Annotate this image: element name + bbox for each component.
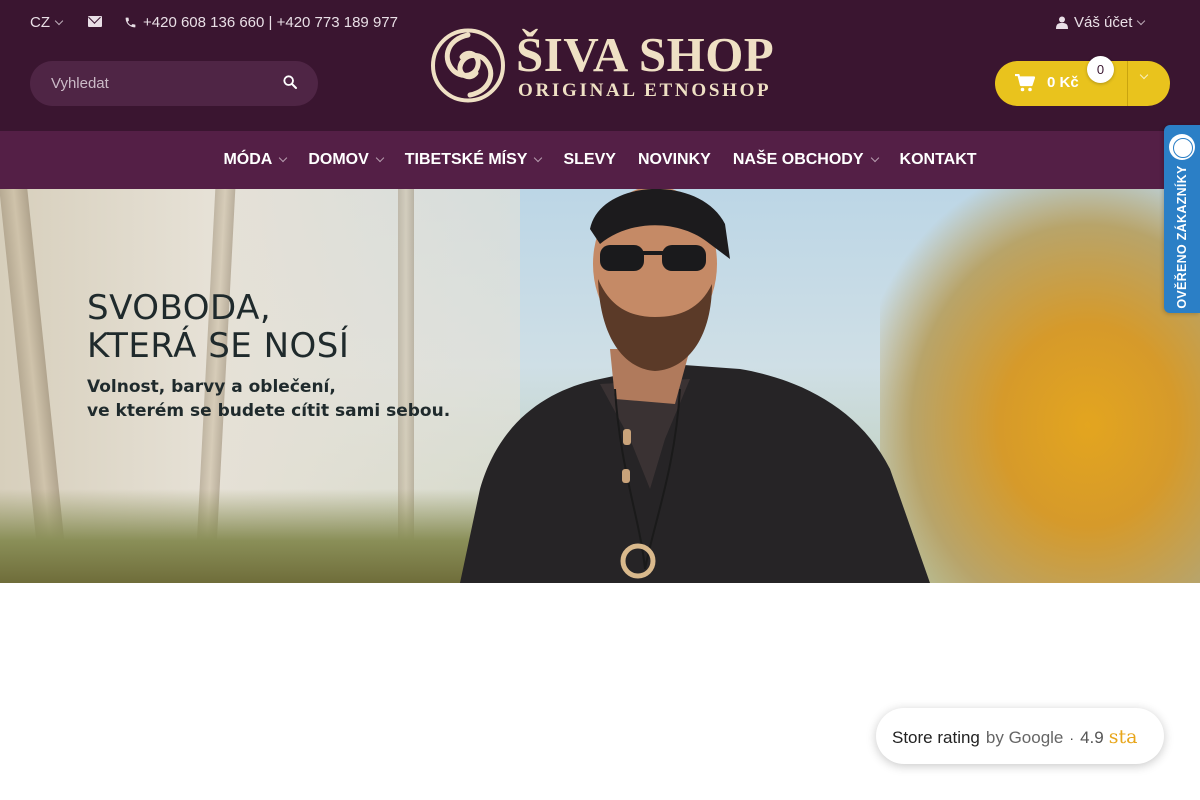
nav-item-moda[interactable]: MÓDA <box>223 151 288 169</box>
chevron-down-icon <box>534 153 543 163</box>
rating-by-label: by Google <box>985 728 1064 747</box>
verified-badge-label: OVĚŘENO ZÁKAZNÍKY <box>1175 165 1189 309</box>
search-box <box>30 61 318 106</box>
nav-item-label: KONTAKT <box>899 151 977 168</box>
chevron-down-icon[interactable] <box>1139 70 1149 80</box>
hero-title: SVOBODA, KTERÁ SE NOSÍ <box>87 289 349 365</box>
account-menu[interactable]: Váš účet <box>1056 14 1146 31</box>
rating-store-label: Store rating <box>892 728 980 747</box>
phone-contact: +420 608 136 660 | +420 773 189 977 <box>124 14 398 31</box>
nav-item-kontakt[interactable]: KONTAKT <box>900 151 977 169</box>
logo-subtitle: ORIGINAL ETNOSHOP <box>518 80 772 101</box>
google-store-rating-widget[interactable]: Store rating by Google · 4.9 sta <box>876 708 1164 764</box>
chevron-down-icon <box>375 153 385 163</box>
hero-subtitle-line: ve kterém se budete cítit sami sebou. <box>87 401 451 421</box>
nav-item-label: DOMOV <box>308 151 369 168</box>
phone-numbers: +420 608 136 660 | +420 773 189 977 <box>143 14 398 31</box>
rating-stars: sta <box>1108 726 1138 748</box>
nav-item-label: NAŠE OBCHODY <box>732 151 864 168</box>
hero-subtitle-line: Volnost, barvy a oblečení, <box>87 377 336 397</box>
account-label: Váš účet <box>1074 14 1133 31</box>
logo-mark-icon <box>431 28 505 103</box>
site-header: CZ +420 608 136 660 | +420 773 189 977 Š… <box>0 0 1200 131</box>
site-logo[interactable]: ŠIVA SHOP ORIGINAL ETNOSHOP <box>430 27 775 105</box>
nav-item-label: TIBETSKÉ MÍSY <box>404 151 528 168</box>
nav-item-domov[interactable]: DOMOV <box>308 151 385 169</box>
chevron-down-icon <box>279 153 288 163</box>
nav-item-nase-obchody[interactable]: NAŠE OBCHODY <box>732 151 879 169</box>
nav-item-label: NOVINKY <box>637 151 711 168</box>
nav-item-label: MÓDA <box>223 151 273 168</box>
chevron-down-icon <box>54 16 64 25</box>
hero-model-photo <box>460 189 930 583</box>
search-icon[interactable] <box>282 74 300 92</box>
verified-seal-icon <box>1169 134 1195 160</box>
nav-item-label: SLEVY <box>563 151 616 168</box>
phone-icon <box>125 17 136 28</box>
hero-title-line: SVOBODA, <box>87 288 272 328</box>
logo-title: ŠIVA SHOP <box>516 27 775 82</box>
shopping-cart-icon <box>1015 74 1035 92</box>
nav-item-tibetske-misy[interactable]: TIBETSKÉ MÍSY <box>404 151 543 169</box>
verified-by-customers-badge[interactable]: OVĚŘENO ZÁKAZNÍKY <box>1164 125 1200 313</box>
rating-score: 4.9 <box>1080 728 1104 747</box>
cart-count-badge: 0 <box>1087 56 1114 83</box>
hero-title-line: KTERÁ SE NOSÍ <box>87 326 350 366</box>
chevron-down-icon <box>870 153 879 163</box>
nav-item-slevy[interactable]: SLEVY <box>563 151 615 169</box>
envelope-icon[interactable] <box>88 16 102 27</box>
cart-button[interactable]: 0 Kč <box>995 61 1170 106</box>
language-selector[interactable]: CZ <box>30 14 64 31</box>
cart-divider <box>1127 61 1128 106</box>
chevron-down-icon <box>1137 16 1146 25</box>
language-label: CZ <box>30 14 50 31</box>
user-icon <box>1056 16 1068 29</box>
hero-banner[interactable]: SVOBODA, KTERÁ SE NOSÍ Volnost, barvy a … <box>0 189 1200 583</box>
main-navigation: MÓDA DOMOV TIBETSKÉ MÍSY SLEVY NOVINKY N… <box>0 131 1200 189</box>
hero-subtitle: Volnost, barvy a oblečení, ve kterém se … <box>87 375 450 423</box>
search-input[interactable] <box>51 61 281 106</box>
nav-item-novinky[interactable]: NOVINKY <box>638 151 711 169</box>
cart-total: 0 Kč <box>1047 74 1079 91</box>
rating-separator: · <box>1069 730 1075 746</box>
